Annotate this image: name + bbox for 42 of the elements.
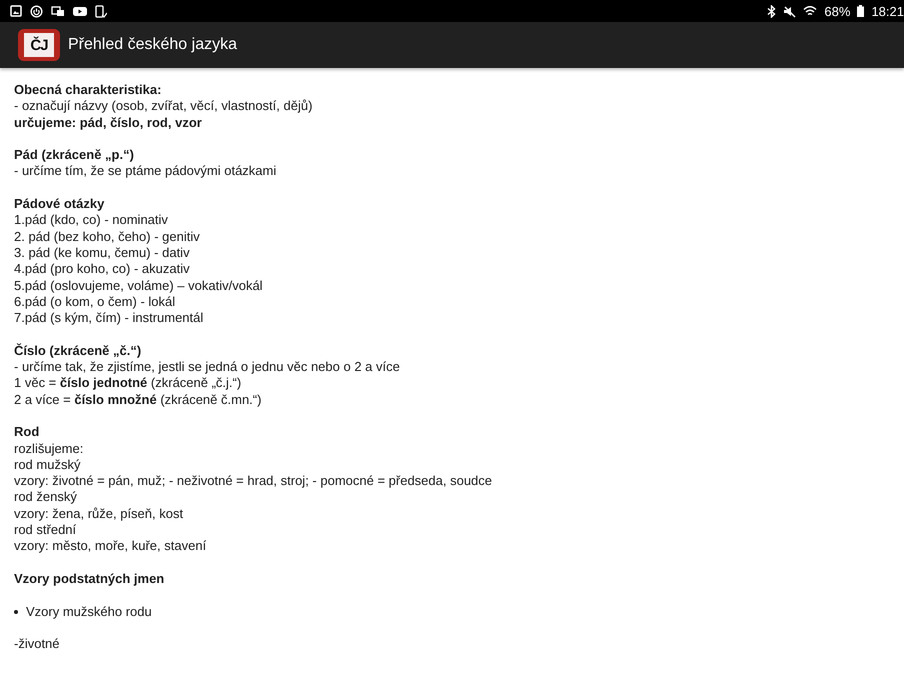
- text-line: vzory: životné = pán, muž; - neživotné = hrad, stroj; - pomocné = předseda, soudce: [14, 473, 494, 490]
- text-line: 2. pád (bez koho, čeho) - genitiv: [14, 228, 201, 245]
- section-heading: Číslo (zkráceně „č.“): [14, 342, 142, 360]
- section-heading: Pádové otázky: [14, 196, 106, 212]
- battery-icon: [857, 5, 864, 17]
- mute-icon: [783, 4, 796, 18]
- play-icon: [73, 6, 87, 16]
- text-line: 1.pád (kdo, co) - nominativ: [14, 212, 169, 229]
- section-heading: Vzory podstatných jmen: [14, 570, 166, 588]
- text-line: rozlišujeme:: [14, 440, 84, 457]
- section-heading: určujeme: pád, číslo, rod, vzor: [14, 114, 203, 131]
- phone-check-icon: [95, 4, 107, 18]
- section-heading: Pád (zkráceně „p.“): [14, 147, 135, 164]
- wifi-icon: [803, 4, 818, 18]
- section-heading: Obecná charakteristika:: [14, 82, 162, 98]
- power-icon: [30, 4, 43, 18]
- app-logo: ČJ: [18, 29, 60, 61]
- text-line: 6.pád (o kom, o čem) - lokál: [14, 294, 176, 310]
- bullet-icon: [14, 610, 18, 614]
- text-line: - označují názvy (osob, zvířat, věcí, vlastností, dějů): [14, 98, 314, 115]
- section-heading: Rod: [14, 424, 40, 441]
- text-line: vzory: město, moře, kuře, stavení: [14, 538, 208, 555]
- list-item: Vzory mužského rodu: [26, 604, 152, 620]
- text-line: -životné: [14, 636, 61, 652]
- picture-icon: [10, 5, 22, 17]
- text-line: - určíme tím, že se ptáme pádovými otázkami: [14, 163, 278, 180]
- clock: 18:21: [871, 4, 904, 18]
- screen-icon: [51, 5, 65, 17]
- battery-percent: 68%: [824, 4, 850, 18]
- text-line: 4.pád (pro koho, co) - akuzativ: [14, 261, 191, 278]
- text-line: rod střední: [14, 522, 78, 538]
- text-line: vzory: žena, růže, píseň, kost: [14, 506, 184, 522]
- text-line: 2 a více = číslo množné (zkráceně č.mn.“): [14, 392, 262, 408]
- text-line: - určíme tak, že zjistíme, jestli se jedná o jednu věc nebo o 2 a více: [14, 359, 401, 376]
- app-title: Přehled českého jazyka: [68, 36, 237, 54]
- text-line: rod mužský: [14, 456, 82, 474]
- text-line: 3. pád (ke komu, čemu) - dativ: [14, 244, 191, 262]
- bluetooth-icon: [767, 4, 776, 18]
- text-line: rod ženský: [14, 489, 78, 506]
- text-line: 1 věc = číslo jednotné (zkráceně „č.j.“): [14, 375, 242, 392]
- text-line: 7.pád (s kým, čím) - instrumentál: [14, 310, 204, 326]
- text-line: 5.pád (oslovujeme, voláme) – vokativ/vokál: [14, 278, 264, 294]
